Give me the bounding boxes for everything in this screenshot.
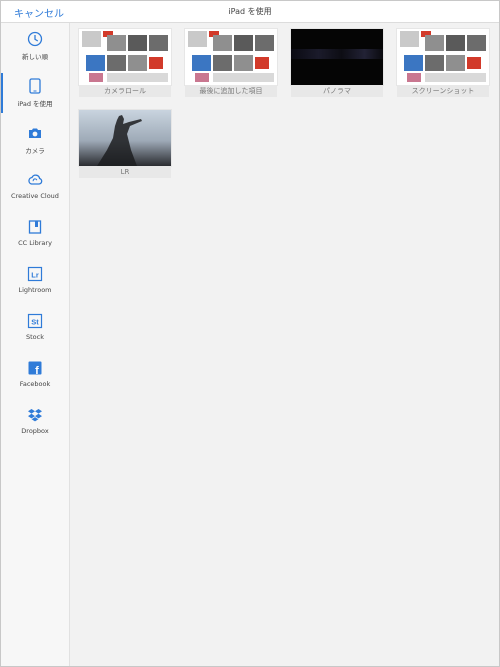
cc-library-icon	[28, 220, 42, 234]
sidebar-item-label: CC Library	[18, 239, 52, 247]
sidebar-item-label: 新しい順	[22, 53, 48, 61]
album-label: LR	[79, 166, 171, 178]
album-thumbnail	[79, 110, 171, 166]
sidebar-item-label: カメラ	[25, 147, 45, 155]
sidebar-item-stock[interactable]: St Stock	[1, 313, 69, 355]
sidebar-item-camera[interactable]: カメラ	[1, 125, 69, 167]
album-thumbnail	[291, 29, 383, 85]
album-label: パノラマ	[291, 85, 383, 97]
sidebar-item-label: Lightroom	[18, 286, 52, 294]
album-camera-roll[interactable]: カメラロール	[79, 29, 171, 97]
sidebar-item-ipad[interactable]: iPad を使用	[1, 73, 69, 120]
sidebar-item-label: iPad を使用	[17, 100, 53, 108]
dropbox-icon	[28, 409, 42, 422]
album-label: 最後に追加した項目	[185, 85, 277, 97]
page-title: iPad を使用	[228, 7, 272, 16]
album-screenshots[interactable]: スクリーンショット	[397, 29, 489, 97]
album-panorama[interactable]: パノラマ	[291, 29, 383, 97]
ipad-icon	[29, 78, 41, 94]
album-lr[interactable]: LR	[79, 110, 171, 178]
album-label: スクリーンショット	[397, 85, 489, 97]
sidebar-item-creative-cloud[interactable]: Creative Cloud	[1, 172, 69, 214]
album-grid: カメラロール 最後に追加した項目 パノラマ スクリーンショット LR	[70, 23, 499, 666]
sidebar-item-dropbox[interactable]: Dropbox	[1, 407, 69, 449]
album-recently-added[interactable]: 最後に追加した項目	[185, 29, 277, 97]
sidebar-item-label: Dropbox	[21, 427, 49, 435]
camera-icon	[29, 128, 41, 138]
sidebar-item-label: Creative Cloud	[11, 192, 59, 200]
svg-text:Lr: Lr	[31, 270, 39, 279]
sidebar-item-lightroom[interactable]: Lr Lightroom	[1, 266, 69, 308]
sidebar-item-label: Facebook	[19, 380, 51, 388]
clock-icon	[27, 31, 43, 47]
dancer-silhouette	[97, 115, 142, 166]
sidebar-item-recent[interactable]: 新しい順	[1, 31, 69, 73]
sidebar-item-facebook[interactable]: f Facebook	[1, 360, 69, 402]
lightroom-icon: Lr	[27, 266, 43, 282]
album-label: カメラロール	[79, 85, 171, 97]
album-thumbnail	[79, 29, 171, 85]
facebook-icon: f	[28, 361, 42, 376]
sidebar: 新しい順 iPad を使用 カメラ Creative Cloud CC Libr…	[1, 23, 70, 666]
svg-text:St: St	[31, 317, 39, 326]
app-window: キャンセル iPad を使用 新しい順 iPad を使用 カメラ Creativ…	[0, 0, 500, 667]
sidebar-item-cc-library[interactable]: CC Library	[1, 219, 69, 261]
sidebar-item-label: Stock	[26, 333, 44, 341]
album-thumbnail	[397, 29, 489, 85]
top-bar: キャンセル iPad を使用	[1, 1, 499, 23]
album-thumbnail	[185, 29, 277, 85]
creative-cloud-icon	[28, 174, 43, 185]
stock-icon: St	[27, 313, 43, 329]
svg-text:f: f	[35, 365, 39, 376]
